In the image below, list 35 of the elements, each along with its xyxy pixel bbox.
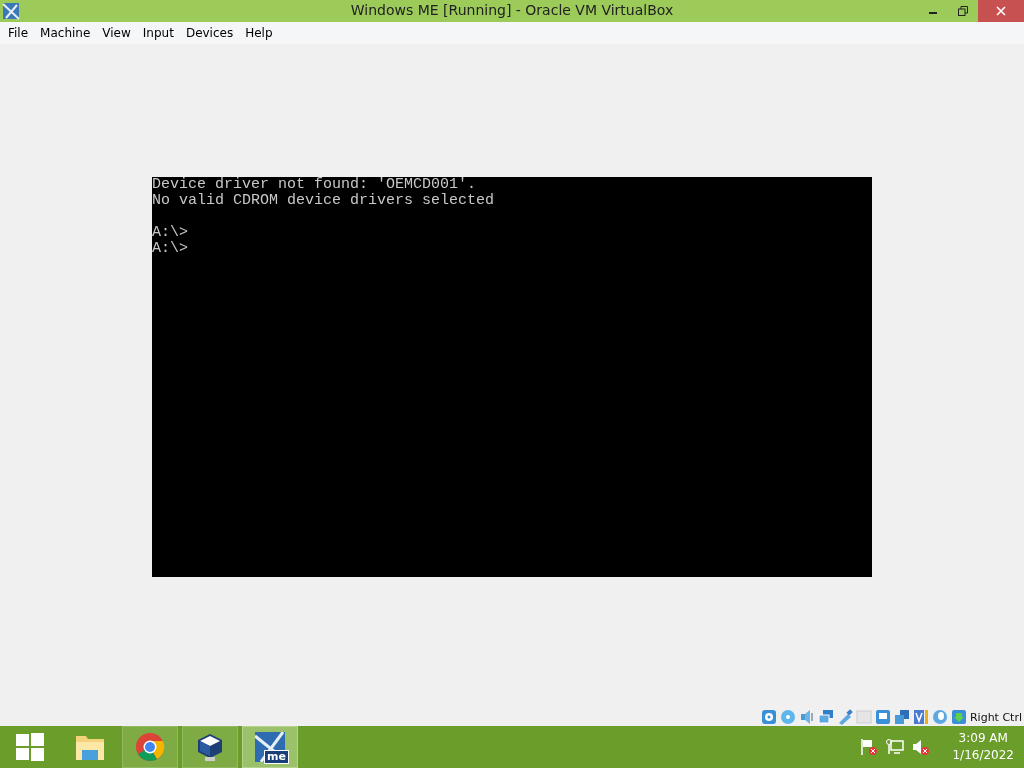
audio-icon[interactable]	[798, 709, 815, 725]
speaker-muted-icon[interactable]	[912, 738, 931, 756]
menu-item[interactable]: File	[2, 26, 35, 40]
browser-icon	[135, 732, 165, 762]
taskbar-button[interactable]	[182, 726, 238, 768]
restore-icon	[958, 6, 968, 16]
menu-item[interactable]: Machine	[34, 26, 97, 40]
capture-icon[interactable]	[893, 709, 910, 725]
taskbar-button[interactable]: me	[242, 726, 298, 768]
menu-item[interactable]: Input	[136, 26, 180, 40]
host-key-label: Right Ctrl	[969, 710, 1023, 724]
optical-icon[interactable]	[779, 709, 796, 725]
flag-icon[interactable]	[860, 738, 879, 756]
console-line: No valid CDROM device drivers selected	[152, 193, 495, 209]
menu-item[interactable]: View	[96, 26, 137, 40]
menu-item[interactable]: Help	[239, 26, 279, 40]
display-icon[interactable]	[874, 709, 891, 725]
clock-date: 1/16/2022	[952, 747, 1014, 764]
recording-icon[interactable]	[912, 709, 929, 725]
clock-time: 3:09 AM	[958, 730, 1008, 747]
os-label: me	[264, 750, 289, 764]
vm-console[interactable]: Device driver not found: 'OEMCD001'. No valid CDROM device drivers selected A:\> A:\>	[152, 177, 872, 577]
window-title: Windows ME [Running] - Oracle VM VirtualBox	[349, 2, 675, 18]
mouse-icon[interactable]	[931, 709, 948, 725]
console-line: A:\>	[152, 225, 188, 241]
menu-item[interactable]: Devices	[179, 26, 240, 40]
additions-icon[interactable]	[950, 709, 967, 725]
network-icon[interactable]	[817, 709, 834, 725]
network-icon[interactable]	[886, 738, 905, 756]
cube-icon	[196, 732, 224, 762]
console-line: Device driver not found: 'OEMCD001'.	[152, 177, 477, 193]
app-icon[interactable]	[2, 2, 20, 20]
windows-logo-icon	[16, 733, 44, 761]
console-line: A:\>	[152, 241, 188, 257]
close-icon	[996, 6, 1006, 16]
